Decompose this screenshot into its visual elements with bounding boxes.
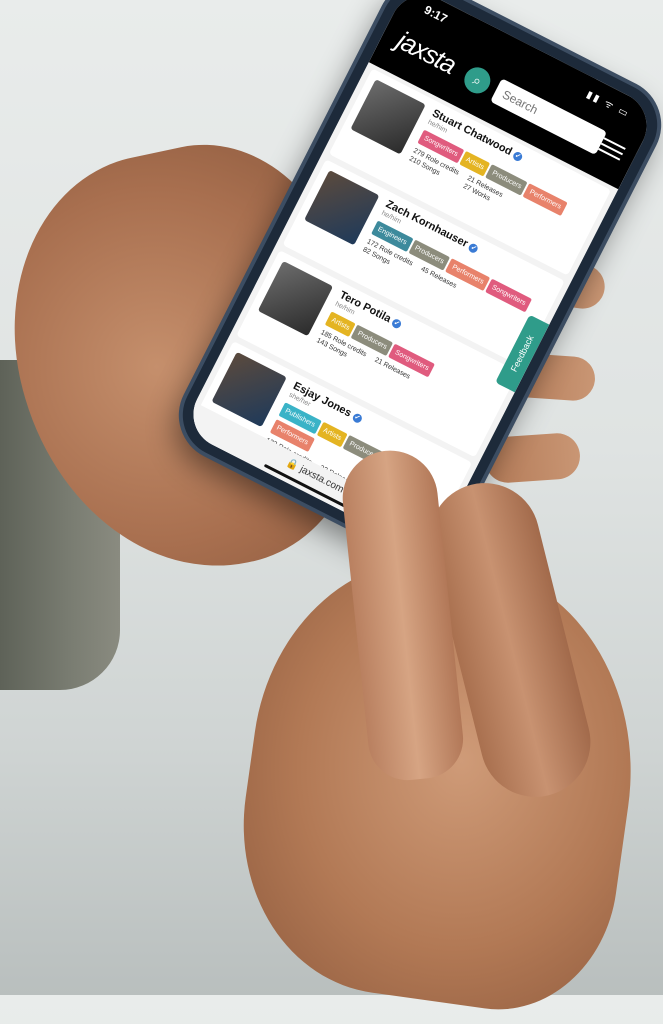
profile-photo[interactable] bbox=[304, 170, 380, 246]
profile-photo[interactable] bbox=[350, 79, 426, 155]
search-icon[interactable]: ⌕ bbox=[459, 62, 495, 98]
profile-photo[interactable] bbox=[257, 260, 334, 337]
app-logo[interactable]: jaxsta bbox=[392, 25, 461, 81]
verified-icon: ✓ bbox=[351, 411, 364, 424]
verified-icon: ✓ bbox=[390, 317, 403, 330]
verified-icon: ✓ bbox=[511, 150, 524, 163]
verified-icon: ✓ bbox=[467, 242, 480, 255]
status-time: 9:17 bbox=[421, 2, 450, 27]
